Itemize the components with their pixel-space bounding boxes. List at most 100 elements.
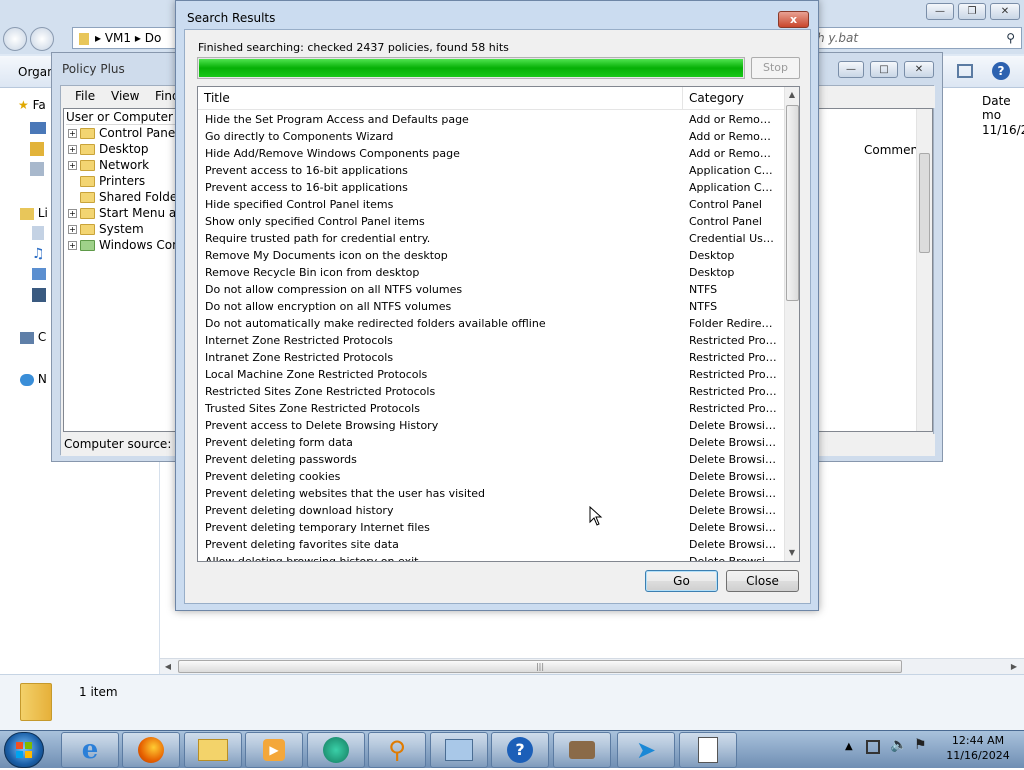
table-row[interactable]: Trusted Sites Zone Restricted Protocols R…: [198, 400, 784, 417]
menu-file[interactable]: File: [75, 89, 95, 103]
results-list[interactable]: Title Category Hide the Set Program Acce…: [197, 86, 800, 562]
tree-item[interactable]: + Windows Comp: [64, 237, 178, 253]
scroll-thumb[interactable]: |||: [178, 660, 902, 673]
taskbar-control-panel[interactable]: [430, 732, 488, 768]
column-header-category[interactable]: Category: [683, 87, 784, 110]
tree-item[interactable]: + Desktop: [64, 141, 149, 157]
table-row[interactable]: Prevent access to 16-bit applications App…: [198, 162, 784, 179]
table-row[interactable]: Prevent deleting passwords Delete Browsin…: [198, 451, 784, 468]
recent-places-icon[interactable]: [30, 162, 44, 176]
taskbar-notepad[interactable]: [679, 732, 737, 768]
table-row[interactable]: Restricted Sites Zone Restricted Protoco…: [198, 383, 784, 400]
close-button[interactable]: Close: [726, 570, 799, 592]
scroll-right-arrow[interactable]: ▶: [1006, 660, 1022, 673]
table-row[interactable]: Prevent deleting form data Delete Browsin…: [198, 434, 784, 451]
minimize-button[interactable]: —: [926, 3, 954, 20]
tree-item[interactable]: + Control Panel: [64, 125, 178, 141]
close-icon[interactable]: x: [778, 11, 809, 28]
table-row[interactable]: Do not automatically make redirected fol…: [198, 315, 784, 332]
taskbar-internet-explorer[interactable]: e: [61, 732, 119, 768]
tree-item[interactable]: + Start Menu and: [64, 205, 178, 221]
restore-button[interactable]: ❐: [958, 3, 986, 20]
table-row[interactable]: Remove My Documents icon on the desktop D…: [198, 247, 784, 264]
expand-icon[interactable]: +: [68, 209, 77, 218]
table-row[interactable]: Prevent access to Delete Browsing Histor…: [198, 417, 784, 434]
documents-icon[interactable]: [32, 226, 44, 240]
table-row[interactable]: Remove Recycle Bin icon from desktop Desk…: [198, 264, 784, 281]
expand-icon[interactable]: +: [68, 145, 77, 154]
column-header-title[interactable]: Title: [198, 87, 683, 110]
computer-item[interactable]: C: [20, 330, 46, 344]
table-row[interactable]: Do not allow encryption on all NTFS volu…: [198, 298, 784, 315]
address-part-vm1[interactable]: VM1: [105, 31, 131, 45]
taskbar-media-player[interactable]: ▶: [245, 732, 303, 768]
scroll-up-arrow[interactable]: ▲: [785, 87, 799, 103]
forward-button[interactable]: [30, 27, 54, 51]
taskbar-network-tool[interactable]: [553, 732, 611, 768]
back-button[interactable]: [3, 27, 27, 51]
expand-icon[interactable]: +: [68, 129, 77, 138]
go-button[interactable]: Go: [645, 570, 718, 592]
search-icon[interactable]: ⚲: [1006, 28, 1015, 48]
table-row[interactable]: Intranet Zone Restricted Protocols Restri…: [198, 349, 784, 366]
table-row[interactable]: Prevent deleting temporary Internet file…: [198, 519, 784, 536]
vertical-scrollbar[interactable]: [916, 109, 932, 431]
results-scrollbar[interactable]: ▲ ▼: [784, 87, 799, 561]
table-row[interactable]: Hide specified Control Panel items Contro…: [198, 196, 784, 213]
close-button[interactable]: ✕: [990, 3, 1020, 20]
taskbar-search-tool[interactable]: ⚲: [368, 732, 426, 768]
clock[interactable]: 12:44 AM 11/16/2024: [935, 733, 1021, 763]
table-row[interactable]: Internet Zone Restricted Protocols Restri…: [198, 332, 784, 349]
category-tree[interactable]: User or Computer + Control Panel + Desktop…: [63, 108, 179, 432]
table-row[interactable]: Require trusted path for credential entr…: [198, 230, 784, 247]
volume-muted-icon[interactable]: 🔈: [890, 737, 907, 753]
expand-icon[interactable]: +: [68, 225, 77, 234]
search-input[interactable]: h y.bat ⚲: [810, 27, 1022, 49]
taskbar-file-explorer[interactable]: [184, 732, 242, 768]
downloads-icon[interactable]: [30, 142, 44, 156]
table-row[interactable]: Prevent deleting cookies Delete Browsing.…: [198, 468, 784, 485]
expand-icon[interactable]: +: [68, 241, 77, 250]
favorites-item[interactable]: ★ Fa: [18, 98, 46, 112]
taskbar-remote-arrow[interactable]: ➤: [617, 732, 675, 768]
maximize-button[interactable]: □: [870, 61, 898, 78]
table-row[interactable]: Hide Add/Remove Windows Components page A…: [198, 145, 784, 162]
minimize-button[interactable]: —: [838, 61, 864, 78]
taskbar-app-green[interactable]: [307, 732, 365, 768]
scroll-thumb[interactable]: [786, 105, 799, 301]
libraries-item[interactable]: Li: [20, 206, 48, 220]
column-header-date[interactable]: Date mo: [982, 94, 1024, 122]
close-button[interactable]: ✕: [904, 61, 934, 78]
stop-button[interactable]: Stop: [751, 57, 800, 79]
help-icon[interactable]: ?: [992, 62, 1010, 80]
pictures-icon[interactable]: [32, 268, 46, 280]
scroll-thumb[interactable]: [919, 153, 930, 253]
table-row[interactable]: Prevent access to 16-bit applications App…: [198, 179, 784, 196]
show-hidden-icons-icon[interactable]: ▲: [845, 741, 853, 752]
menu-view[interactable]: View: [111, 89, 139, 103]
tree-header[interactable]: User or Computer: [66, 109, 178, 125]
table-row[interactable]: Do not allow compression on all NTFS vol…: [198, 281, 784, 298]
tree-item[interactable]: Printers: [64, 173, 145, 189]
taskbar-firefox[interactable]: [122, 732, 180, 768]
horizontal-scrollbar[interactable]: ◀ ||| ▶: [160, 658, 1024, 674]
tree-item[interactable]: Shared Folders: [64, 189, 178, 205]
table-row[interactable]: Allow deleting browsing history on exit D…: [198, 553, 784, 561]
taskbar-help[interactable]: ?: [491, 732, 549, 768]
network-item[interactable]: N: [20, 372, 47, 386]
scroll-down-arrow[interactable]: ▼: [785, 545, 799, 561]
address-input[interactable]: ▸ VM1 ▸ Do: [72, 27, 184, 49]
scroll-left-arrow[interactable]: ◀: [160, 660, 176, 673]
table-row[interactable]: Hide the Set Program Access and Defaults…: [198, 111, 784, 128]
table-row[interactable]: Prevent deleting favorites site data Dele…: [198, 536, 784, 553]
music-icon[interactable]: ♫: [32, 246, 45, 262]
table-row[interactable]: Go directly to Components Wizard Add or R…: [198, 128, 784, 145]
table-row[interactable]: Prevent deleting websites that the user …: [198, 485, 784, 502]
organize-button[interactable]: Organ: [18, 65, 55, 79]
tree-item[interactable]: + Network: [64, 157, 149, 173]
table-row[interactable]: Local Machine Zone Restricted Protocols R…: [198, 366, 784, 383]
table-row[interactable]: Show only specified Control Panel items C…: [198, 213, 784, 230]
desktop-icon[interactable]: [30, 122, 46, 134]
column-header-comment[interactable]: Comment: [864, 143, 923, 157]
view-pane-icon[interactable]: [957, 64, 973, 78]
